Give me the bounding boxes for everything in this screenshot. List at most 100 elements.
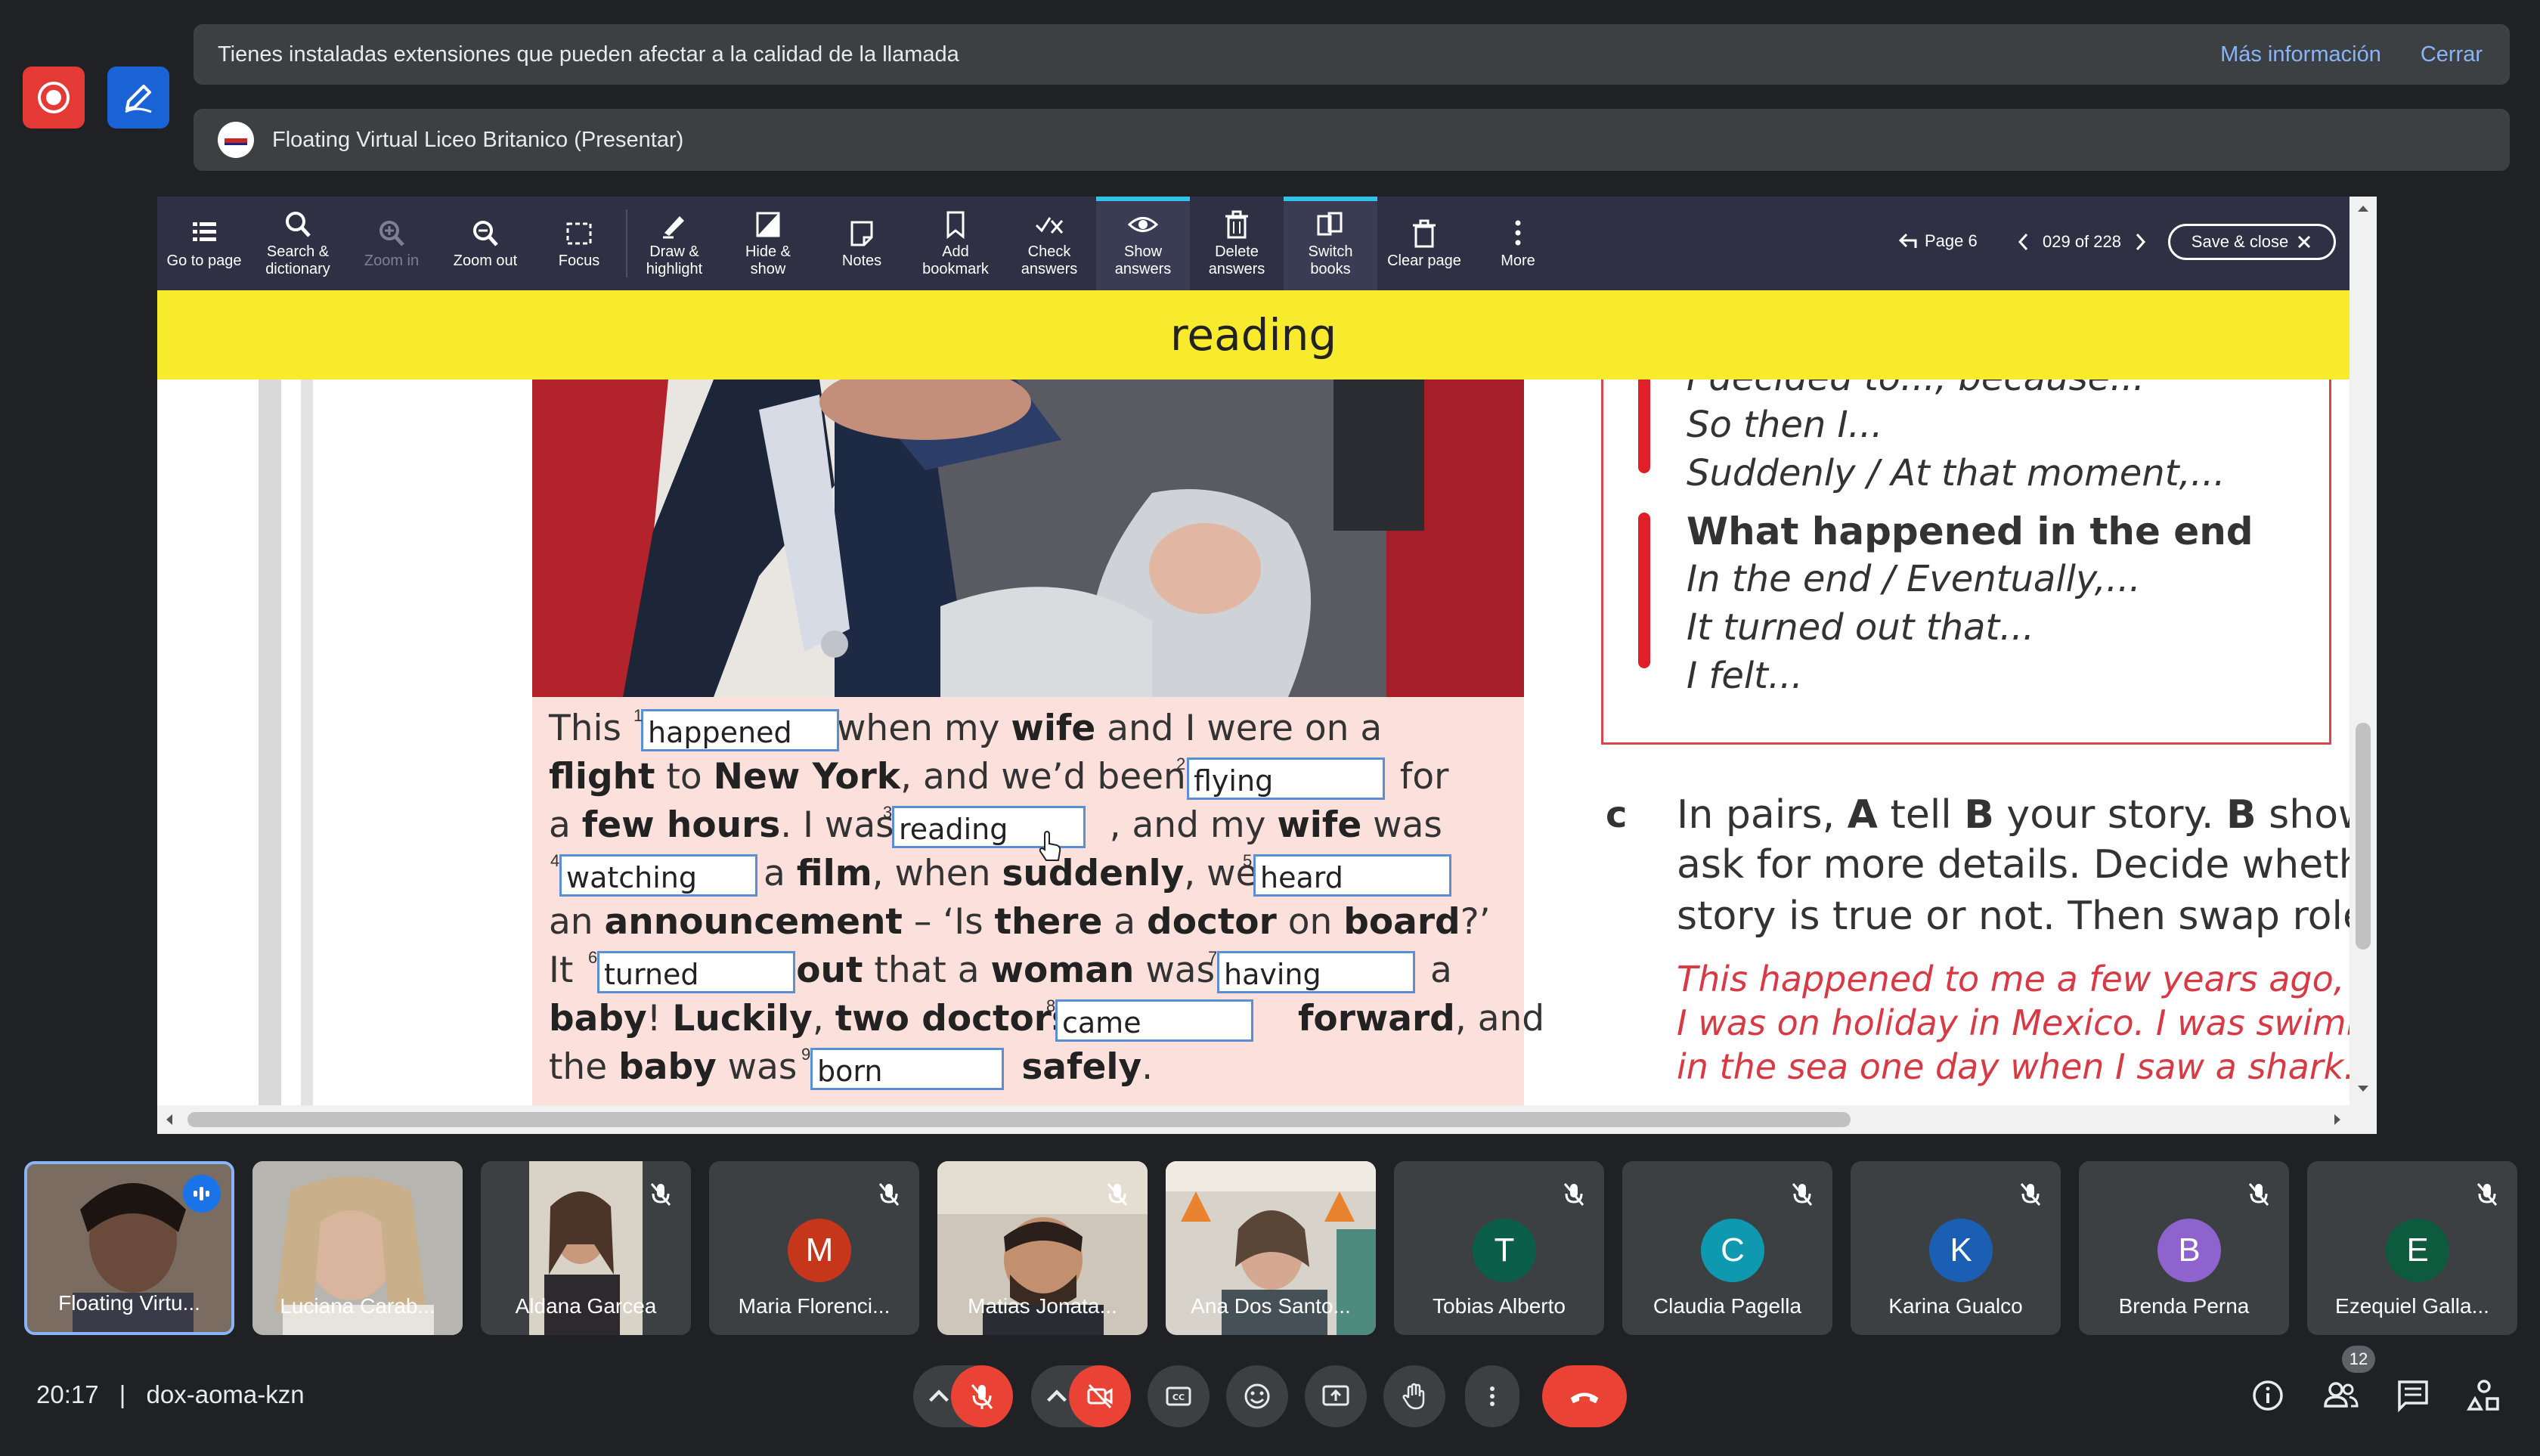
participant-name: Tobias Alberto bbox=[1433, 1294, 1566, 1318]
participant-tile[interactable]: E Ezequiel Galla... bbox=[2307, 1161, 2517, 1335]
vertical-scroll-thumb[interactable] bbox=[2356, 723, 2371, 949]
hide-show-button[interactable]: Hide & show bbox=[721, 197, 815, 290]
draw-highlight-button[interactable]: Draw & highlight bbox=[627, 197, 721, 290]
focus-button[interactable]: Focus bbox=[532, 197, 626, 290]
avatar-initial: C bbox=[1721, 1231, 1745, 1269]
story-word: that a bbox=[863, 949, 991, 991]
draw-label-1: Draw & bbox=[649, 243, 699, 260]
story-word: forward bbox=[1297, 998, 1455, 1039]
answer-field-5[interactable]: heard bbox=[1253, 854, 1451, 897]
search-dictionary-button[interactable]: Search & dictionary bbox=[251, 197, 345, 290]
participant-tile[interactable]: Floating Virtu... bbox=[24, 1161, 234, 1335]
participant-tile[interactable]: C Claudia Pagella bbox=[1622, 1161, 1832, 1335]
chevron-up-icon[interactable] bbox=[1042, 1381, 1072, 1411]
scroll-down-icon[interactable] bbox=[2350, 1078, 2377, 1101]
whiteboard-button[interactable] bbox=[107, 67, 169, 129]
close-icon bbox=[2298, 235, 2311, 249]
page-back-link[interactable]: Page 6 bbox=[1897, 231, 1978, 251]
participant-tile[interactable]: Luciana Carab... bbox=[252, 1161, 463, 1335]
present-icon bbox=[1322, 1385, 1349, 1406]
search-icon bbox=[286, 212, 311, 237]
switch-books-button[interactable]: Switch books bbox=[1284, 197, 1377, 290]
language-heading: What happened in the end bbox=[1687, 510, 2253, 553]
book-page: This when my wife and I were on a flight… bbox=[157, 379, 2350, 1105]
story-word: flight bbox=[549, 756, 655, 798]
horizontal-scrollbar[interactable] bbox=[157, 1105, 2350, 1134]
answer-text: came bbox=[1062, 1006, 1141, 1039]
save-close-button[interactable]: Save & close bbox=[2168, 224, 2336, 260]
check-answers-button[interactable]: Check answers bbox=[1002, 197, 1096, 290]
go-to-page-button[interactable]: Go to page bbox=[157, 197, 251, 290]
notes-label: Notes bbox=[841, 252, 882, 269]
record-button[interactable] bbox=[23, 67, 85, 129]
story-word: a bbox=[764, 853, 797, 894]
chevron-right-icon[interactable] bbox=[2132, 231, 2148, 252]
more-button[interactable]: More bbox=[1471, 197, 1565, 290]
red-bracket bbox=[1638, 513, 1650, 668]
notes-button[interactable]: Notes bbox=[815, 197, 909, 290]
participant-tile[interactable]: B Brenda Perna bbox=[2079, 1161, 2289, 1335]
participant-tile[interactable]: K Karina Gualco bbox=[1851, 1161, 2061, 1335]
more-options-button[interactable] bbox=[1465, 1365, 1519, 1427]
raise-hand-button[interactable] bbox=[1383, 1365, 1445, 1427]
answer-field-2[interactable]: flying bbox=[1187, 757, 1385, 800]
zoom-in-button[interactable]: Zoom in bbox=[345, 197, 438, 290]
scroll-up-icon[interactable] bbox=[2350, 197, 2377, 219]
gap-number: 8 bbox=[1046, 996, 1056, 1015]
participant-tile[interactable]: Ana Dos Santo... bbox=[1166, 1161, 1376, 1335]
shared-screen[interactable]: Go to page Search & dictionary Zoom in Z… bbox=[157, 197, 2377, 1134]
story-word: , and we’d been bbox=[900, 756, 1197, 798]
answer-field-7[interactable]: having bbox=[1217, 951, 1415, 993]
muted-mic-icon bbox=[1563, 1183, 1584, 1206]
chevron-up-icon[interactable] bbox=[924, 1381, 954, 1411]
separator: | bbox=[119, 1380, 126, 1408]
participant-tile[interactable]: M Maria Florenci... bbox=[709, 1161, 919, 1335]
delete-answers-button[interactable]: Delete answers bbox=[1190, 197, 1284, 290]
chat-icon[interactable] bbox=[2393, 1376, 2433, 1415]
answer-field-8[interactable]: came bbox=[1055, 999, 1253, 1042]
answer-preview-text: reading bbox=[1169, 309, 1337, 361]
present-screen-button[interactable] bbox=[1305, 1365, 1367, 1427]
story-word: It bbox=[549, 949, 585, 991]
extensions-banner: Tienes instaladas extensiones que pueden… bbox=[194, 24, 2510, 85]
mic-toggle-button[interactable] bbox=[951, 1365, 1013, 1427]
more-info-link[interactable]: Más información bbox=[2220, 42, 2381, 67]
zoom-out-button[interactable]: Zoom out bbox=[438, 197, 532, 290]
participant-tile[interactable]: T Tobias Alberto bbox=[1394, 1161, 1604, 1335]
clear-page-button[interactable]: Clear page bbox=[1377, 197, 1471, 290]
story-word: for bbox=[1399, 756, 1449, 798]
scroll-right-icon[interactable] bbox=[2327, 1105, 2350, 1134]
vertical-scrollbar[interactable] bbox=[2350, 197, 2377, 1134]
show-answers-button[interactable]: Show answers bbox=[1096, 197, 1190, 290]
phone-hangup-icon bbox=[1570, 1392, 1599, 1404]
presenter-favicon bbox=[218, 122, 254, 158]
people-button[interactable] bbox=[2319, 1376, 2362, 1415]
audio-level-icon bbox=[194, 1187, 209, 1200]
captions-button[interactable]: CC bbox=[1148, 1365, 1210, 1427]
participant-tile[interactable]: Matias Jonata... bbox=[937, 1161, 1148, 1335]
story-word: an bbox=[549, 901, 605, 943]
reactions-button[interactable] bbox=[1226, 1365, 1288, 1427]
exercise-word: B bbox=[2226, 792, 2257, 838]
add-bookmark-button[interactable]: Add bookmark bbox=[909, 197, 1002, 290]
horizontal-scroll-thumb[interactable] bbox=[187, 1112, 1851, 1127]
ebook-toolbar: Go to page Search & dictionary Zoom in Z… bbox=[157, 197, 2350, 290]
close-banner-link[interactable]: Cerrar bbox=[2421, 42, 2483, 67]
answer-field-9[interactable]: born bbox=[810, 1048, 1004, 1090]
eye-icon bbox=[1127, 217, 1159, 232]
story-word: board bbox=[1343, 901, 1460, 943]
activities-icon[interactable] bbox=[2464, 1376, 2504, 1415]
leave-call-button[interactable] bbox=[1542, 1365, 1627, 1427]
participant-tile[interactable]: Aldana Garcea bbox=[481, 1161, 691, 1335]
participant-name: Aldana Garcea bbox=[515, 1294, 657, 1318]
more-icon bbox=[1515, 220, 1521, 245]
answer-text: born bbox=[817, 1055, 883, 1088]
answer-field-6[interactable]: turned bbox=[597, 951, 795, 993]
focus-label: Focus bbox=[558, 252, 600, 269]
meeting-details-icon[interactable] bbox=[2248, 1376, 2288, 1415]
answer-field-1[interactable]: happened bbox=[641, 709, 839, 751]
answer-field-4[interactable]: watching bbox=[559, 854, 757, 897]
camera-toggle-button[interactable] bbox=[1069, 1365, 1131, 1427]
chevron-left-icon[interactable] bbox=[2015, 231, 2032, 252]
scroll-left-icon[interactable] bbox=[157, 1105, 180, 1134]
